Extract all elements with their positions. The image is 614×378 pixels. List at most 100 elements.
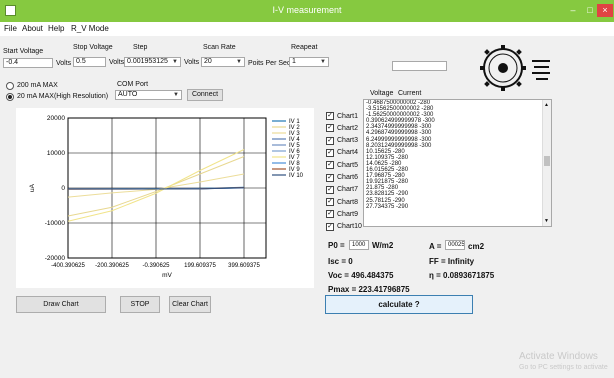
voc-value: Voc = 496.484375 — [328, 271, 394, 280]
draw-chart-button[interactable]: Draw Chart — [16, 296, 106, 313]
y-axis-label: uA — [29, 183, 36, 192]
stop-voltage-label: Stop Voltage — [73, 44, 113, 51]
close-button[interactable]: × — [597, 4, 613, 17]
range-200ma-radio[interactable] — [6, 82, 14, 90]
data-listbox[interactable]: -0.4687500000002 -280 -3.51562500000002 -… — [363, 99, 552, 227]
chart-checkbox-label-3: Chart3 — [337, 137, 359, 145]
area-input[interactable]: 00025 — [445, 240, 465, 250]
logo-emblem-icon — [480, 45, 550, 91]
window-title: I-V measurement — [272, 5, 342, 15]
step-label: Step — [133, 44, 148, 51]
menu-about[interactable]: About — [22, 24, 43, 33]
chart-checkbox-6[interactable]: ✓ — [326, 173, 334, 182]
p0-label: P0 = — [328, 241, 345, 250]
y-tick-label: -20000 — [45, 255, 66, 262]
menu-bar: File About Help R_V Mode — [0, 22, 614, 36]
scroll-up-icon[interactable]: ▲ — [544, 102, 549, 108]
x-tick-label: -400.390625 — [51, 263, 85, 269]
chart-checkbox-8[interactable]: ✓ — [326, 198, 334, 207]
chevron-down-icon: ▼ — [173, 92, 179, 98]
p0-input[interactable]: 1000 — [349, 240, 369, 250]
chart-checkbox-label-6: Chart6 — [337, 174, 359, 181]
chart-checkbox-label-1: Chart1 — [337, 112, 359, 120]
x-axis-label: mV — [162, 272, 172, 279]
chart-checkbox-1[interactable]: ✓ — [326, 112, 334, 120]
y-tick-label: 0 — [61, 185, 65, 192]
list-scrollbar[interactable]: ▲ ▼ — [542, 100, 551, 226]
university-logo — [477, 40, 555, 98]
p0-unit: W/m2 — [372, 241, 394, 250]
clear-chart-button[interactable]: Clear Chart — [169, 296, 211, 313]
maximize-button[interactable]: □ — [582, 4, 598, 17]
iv-chart-svg: 20000 10000 0 -10000 -20000-400.390625 -200.3… — [29, 115, 304, 279]
activation-watermark-title: Activate Windows — [519, 351, 598, 362]
start-voltage-label: Start Voltage — [3, 48, 44, 55]
list-item: 27.734375 -290 — [366, 203, 409, 210]
range-20ma-radio[interactable] — [6, 93, 14, 101]
step-unit: Volts — [184, 59, 200, 66]
range-200ma-label: 200 mA MAX — [17, 82, 58, 89]
efficiency-value: η = 0.0893671875 — [429, 271, 495, 280]
scroll-down-icon[interactable]: ▼ — [544, 218, 549, 224]
x-tick-label: -0.390625 — [142, 263, 170, 269]
chart-checkbox-label-10: Chart10 — [337, 223, 362, 231]
chart-checkbox-7[interactable]: ✓ — [326, 185, 334, 194]
chart-checkbox-2[interactable]: ✓ — [326, 124, 334, 133]
stop-button[interactable]: STOP — [120, 296, 160, 313]
chart-checkbox-3[interactable]: ✓ — [326, 136, 334, 145]
x-tick-label: 199.609375 — [184, 263, 216, 269]
minimize-button[interactable]: – — [565, 4, 581, 17]
list-header-voltage: Voltage — [370, 90, 394, 97]
app-window: I-V measurement – □ × File About Help R_… — [0, 0, 614, 378]
top-right-input[interactable] — [392, 61, 447, 71]
chart-checkbox-label-4: Chart4 — [337, 149, 359, 157]
chevron-down-icon: ▼ — [320, 59, 326, 65]
y-tick-label: -10000 — [45, 220, 66, 227]
x-tick-label: 399.609375 — [228, 263, 260, 269]
y-tick-label: 10000 — [47, 150, 65, 157]
chart-checkbox-label-5: Chart5 — [337, 161, 359, 169]
com-port-select[interactable]: AUTO ▼ — [115, 90, 182, 100]
range-20ma-label: 20 mA MAX(High Resolution) — [17, 93, 109, 100]
step-select[interactable]: 0.001953125 ▼ — [124, 57, 181, 67]
com-port-label: COM Port — [117, 81, 149, 88]
menu-file[interactable]: File — [4, 24, 17, 33]
scan-rate-label: Scan Rate — [203, 44, 236, 51]
chart-checkbox-9[interactable]: ✓ — [326, 210, 334, 219]
chevron-down-icon: ▼ — [236, 59, 242, 65]
x-tick-label: -200.390625 — [95, 263, 129, 269]
stop-voltage-input[interactable]: 0.5 — [73, 57, 106, 67]
stop-voltage-unit: Volts — [109, 59, 125, 66]
calculate-button[interactable]: calculate ? — [325, 295, 473, 314]
start-voltage-unit: Volts — [56, 60, 72, 67]
chart-checkbox-10[interactable]: ✓ — [326, 222, 334, 231]
scan-rate-value: 20 — [204, 58, 212, 65]
data-list-lines: -0.4687500000002 -280 -3.51562500000002 -… — [364, 100, 551, 210]
chart-checkbox-label-9: Chart9 — [337, 210, 359, 218]
activation-watermark-subtitle: Go to PC settings to activate — [519, 364, 608, 371]
chart-checkbox-label-7: Chart7 — [337, 186, 359, 194]
repeat-select[interactable]: 1 ▼ — [289, 57, 329, 67]
chart-checkbox-4[interactable]: ✓ — [326, 148, 334, 157]
com-port-value: AUTO — [118, 91, 138, 98]
points-per-sec-label: Poits Per Sec — [248, 60, 291, 67]
step-value: 0.001953125 — [127, 58, 168, 65]
pmax-value: Pmax = 223.41796875 — [328, 285, 410, 294]
start-voltage-input[interactable]: -0.4 — [3, 58, 53, 68]
legend-label-10: IV 10 — [289, 173, 304, 179]
menu-help[interactable]: Help — [48, 24, 64, 33]
scan-rate-select[interactable]: 20 ▼ — [201, 57, 245, 67]
menu-rv-mode[interactable]: R_V Mode — [71, 24, 109, 33]
isc-value: Isc = 0 — [328, 257, 353, 266]
chart-checkbox-5[interactable]: ✓ — [326, 161, 334, 170]
iv-chart: 20000 10000 0 -10000 -20000 -400.390625 -200.3… — [16, 108, 314, 288]
area-unit: cm2 — [468, 242, 485, 251]
repeat-label: Reapeat — [291, 44, 318, 51]
ff-value: FF = Infinity — [429, 257, 475, 266]
connect-button[interactable]: Connect — [187, 89, 223, 101]
area-label: A = — [429, 242, 442, 251]
chart-checkbox-label-8: Chart8 — [337, 198, 359, 206]
scroll-thumb[interactable] — [544, 156, 550, 166]
y-tick-label: 20000 — [47, 115, 65, 122]
repeat-value: 1 — [292, 58, 296, 65]
